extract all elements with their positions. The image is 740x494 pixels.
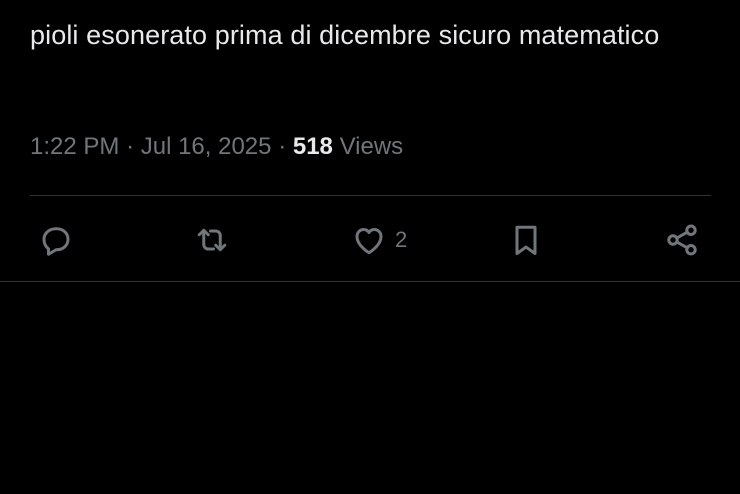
views-count: 518 (292, 133, 333, 160)
action-bar: 2 (0, 218, 740, 262)
like-count: 2 (395, 227, 408, 252)
repost-button[interactable] (194, 218, 238, 262)
heart-icon (355, 228, 383, 255)
share-button[interactable] (664, 218, 708, 262)
repost-icon (197, 228, 227, 252)
divider (0, 281, 740, 282)
tweet-detail: pioli esonerato prima di dicembre sicuro… (0, 0, 740, 494)
tweet-date[interactable]: Jul 16, 2025 (141, 133, 272, 160)
reply-button[interactable] (38, 218, 82, 262)
divider (30, 195, 711, 196)
meta-separator: · (278, 133, 287, 160)
views-label: Views (339, 133, 404, 160)
share-icon (667, 224, 697, 256)
bookmark-icon (515, 225, 537, 255)
tweet-time[interactable]: 1:22 PM (30, 133, 119, 160)
tweet-text: pioli esonerato prima di dicembre sicuro… (30, 20, 660, 50)
like-button[interactable]: 2 (351, 218, 407, 262)
meta-separator: · (126, 133, 135, 160)
tweet-meta: 1:22 PM · Jul 16, 2025 · 518 Views (30, 130, 403, 164)
reply-icon (42, 227, 70, 256)
bookmark-button[interactable] (508, 218, 552, 262)
